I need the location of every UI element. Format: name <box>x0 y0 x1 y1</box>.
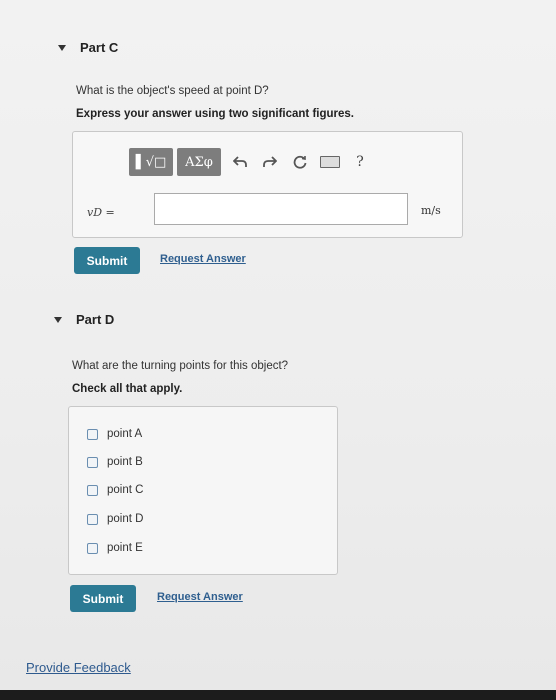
part-c-question: What is the object's speed at point D? <box>76 85 269 97</box>
variable-label: vD = <box>87 206 115 219</box>
option-label: point D <box>107 513 144 525</box>
checkbox[interactable] <box>87 484 98 496</box>
redo-icon[interactable] <box>255 148 285 176</box>
unit-label: m/s <box>421 204 441 217</box>
option-point-d[interactable]: point D <box>87 513 143 525</box>
part-d-header[interactable]: Part D <box>54 312 114 327</box>
option-label: point C <box>107 484 144 496</box>
page: Part C What is the object's speed at poi… <box>0 0 556 700</box>
checkbox[interactable] <box>87 513 98 525</box>
checkbox-group: point A point B point C point D point E <box>68 406 338 575</box>
reset-icon[interactable] <box>285 148 315 176</box>
answer-box: ▌√□ ΑΣφ ? vD = m/s <box>72 131 463 238</box>
part-d-request-answer-link[interactable]: Request Answer <box>157 591 243 603</box>
part-c-instruction: Express your answer using two significan… <box>76 108 354 120</box>
part-d-title: Part D <box>76 312 115 327</box>
greek-symbols-button[interactable]: ΑΣφ <box>177 148 221 176</box>
option-point-c[interactable]: point C <box>87 484 143 496</box>
part-c-header[interactable]: Part C <box>58 40 118 55</box>
undo-icon[interactable] <box>225 148 255 176</box>
math-templates-button[interactable]: ▌√□ <box>129 148 173 176</box>
option-label: point A <box>107 428 143 440</box>
answer-input[interactable] <box>154 193 408 225</box>
collapse-caret-icon[interactable] <box>58 44 66 51</box>
checkbox[interactable] <box>87 428 98 440</box>
equation-toolbar: ▌√□ ΑΣφ ? <box>129 148 375 176</box>
option-point-b[interactable]: point B <box>87 456 143 468</box>
part-c-submit-button[interactable]: Submit <box>74 247 140 274</box>
checkbox[interactable] <box>87 542 98 554</box>
bottom-edge <box>0 690 556 700</box>
option-label: point E <box>107 542 143 554</box>
part-d-submit-button[interactable]: Submit <box>70 585 136 612</box>
checkbox[interactable] <box>87 456 98 468</box>
option-point-e[interactable]: point E <box>87 542 143 554</box>
collapse-caret-icon[interactable] <box>54 316 62 323</box>
part-d-instruction: Check all that apply. <box>72 383 183 395</box>
option-label: point B <box>107 456 143 468</box>
part-d-question: What are the turning points for this obj… <box>72 360 289 372</box>
provide-feedback-link[interactable]: Provide Feedback <box>26 660 131 675</box>
help-icon[interactable]: ? <box>345 148 375 176</box>
keyboard-icon[interactable] <box>315 148 345 176</box>
option-point-a[interactable]: point A <box>87 428 142 440</box>
part-c-title: Part C <box>80 40 119 55</box>
part-c-request-answer-link[interactable]: Request Answer <box>160 253 246 265</box>
